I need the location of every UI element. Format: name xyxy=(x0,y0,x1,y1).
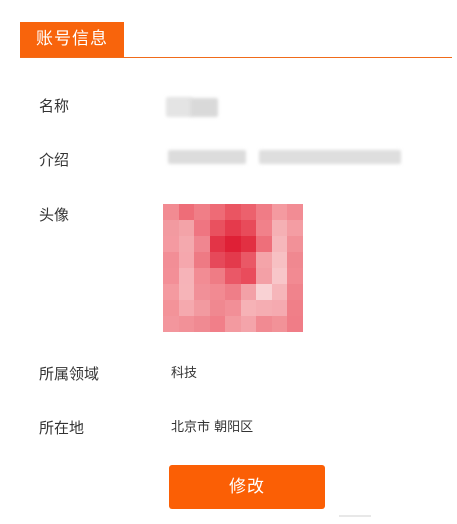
avatar-label: 头像 xyxy=(39,206,70,224)
tab-account-info[interactable]: 账号信息 xyxy=(20,22,124,57)
divider xyxy=(339,515,371,517)
category-label: 所属领域 xyxy=(39,365,100,383)
tab-bar: 账号信息 xyxy=(20,22,452,58)
name-label: 名称 xyxy=(39,97,70,115)
edit-button[interactable]: 修改 xyxy=(169,465,325,509)
category-value: 科技 xyxy=(171,366,198,381)
location-value: 北京市 朝阳区 xyxy=(171,420,254,435)
intro-label: 介绍 xyxy=(39,151,70,169)
location-label: 所在地 xyxy=(39,419,85,437)
avatar[interactable] xyxy=(163,204,303,332)
